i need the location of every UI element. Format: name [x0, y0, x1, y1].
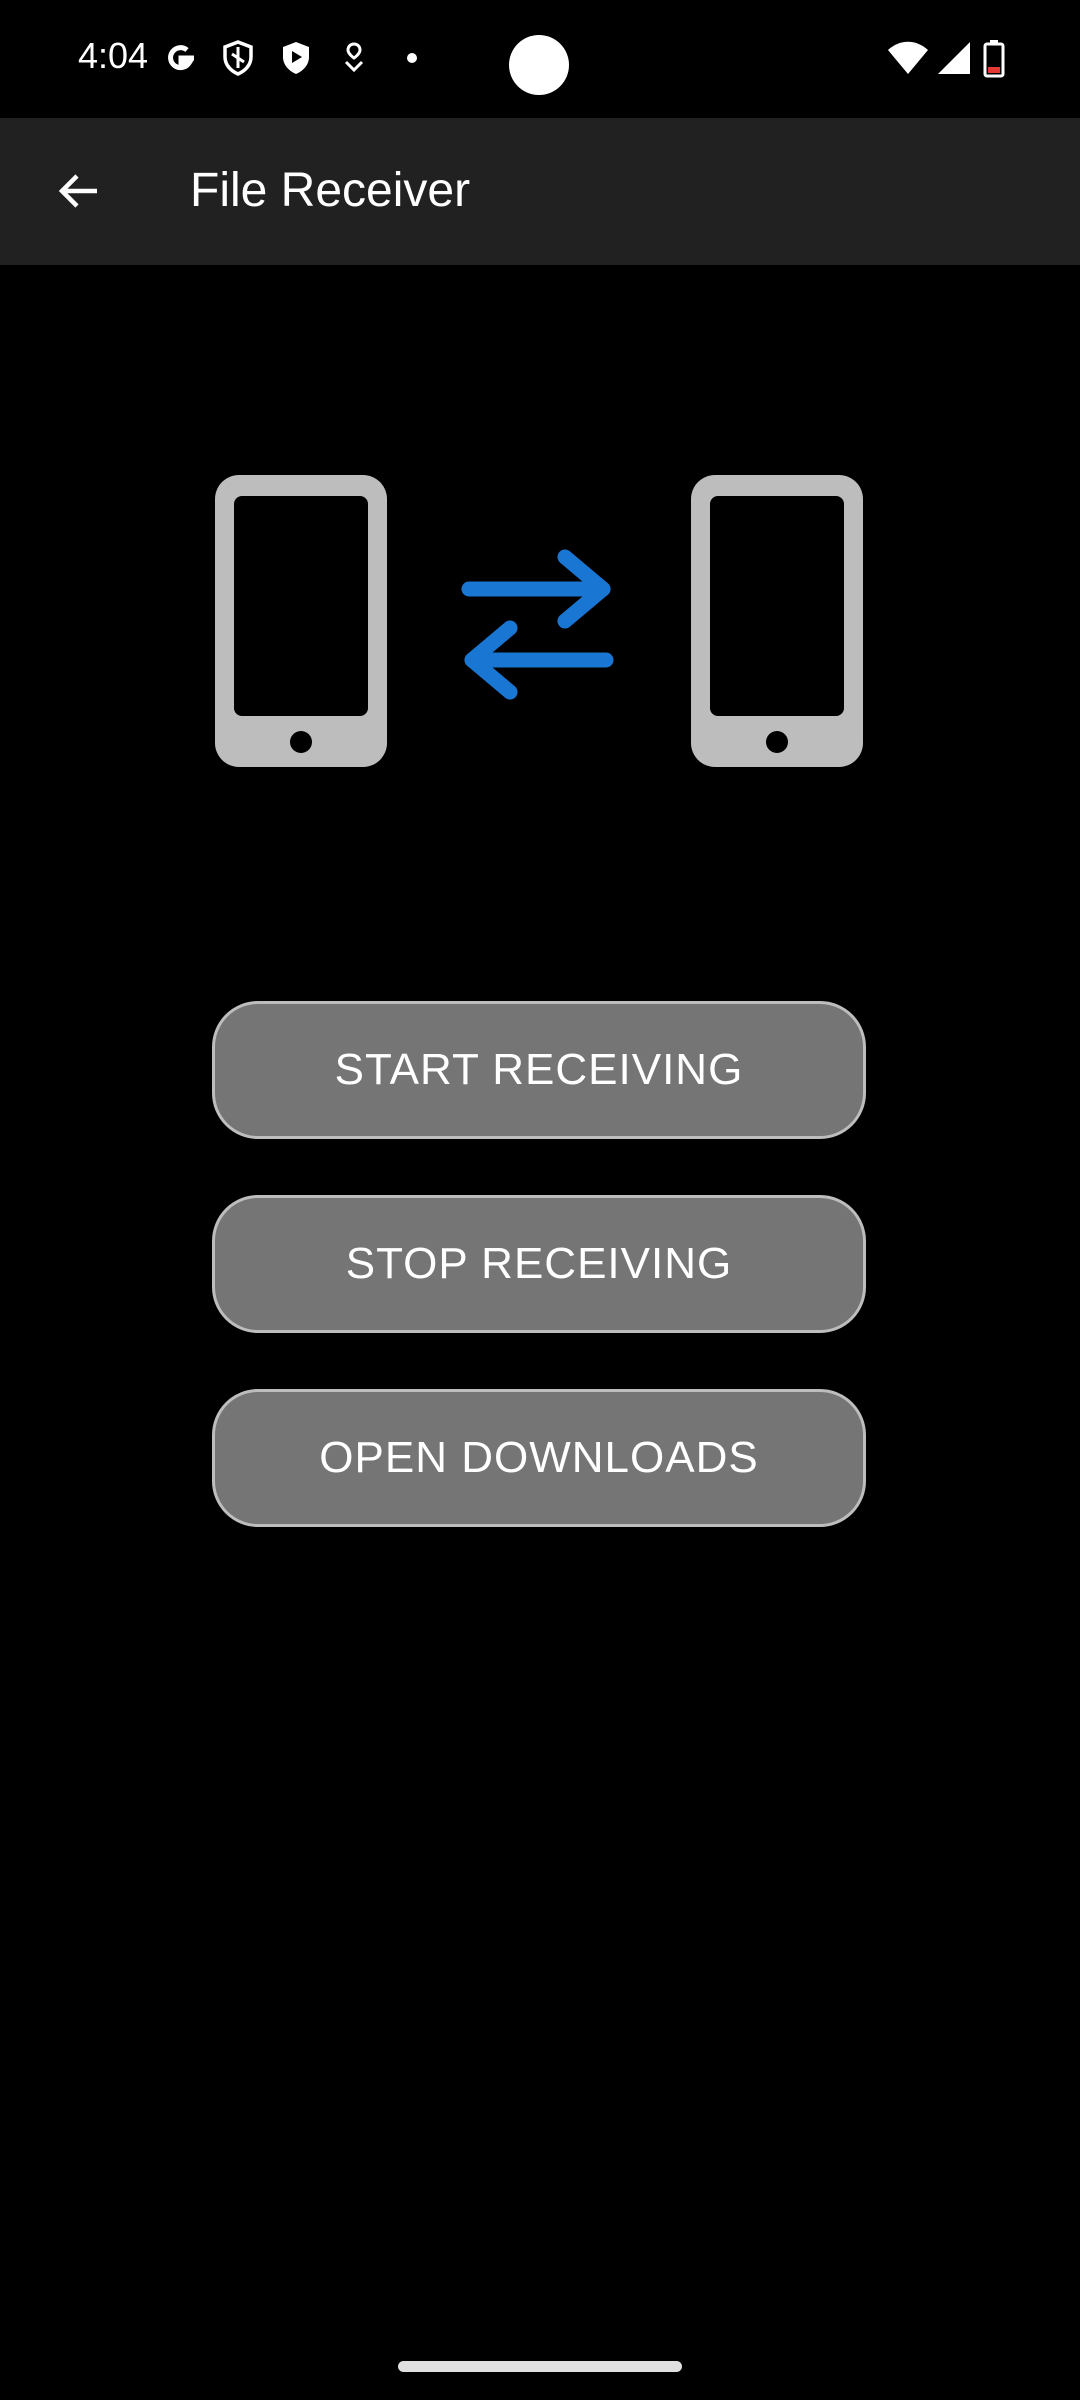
open-downloads-button[interactable]: OPEN DOWNLOADS	[212, 1389, 866, 1527]
arrow-left-icon	[58, 174, 97, 208]
app-bar: File Receiver	[0, 118, 1080, 265]
transfer-illustration	[215, 475, 863, 767]
phone-left-icon	[215, 475, 387, 767]
transfer-arrows-icon	[461, 549, 614, 700]
heart-pin-icon	[344, 42, 364, 73]
shield-play-icon	[283, 42, 309, 74]
app-title: File Receiver	[190, 164, 471, 217]
dot-icon	[407, 53, 417, 63]
start-receiving-button[interactable]: START RECEIVING	[212, 1001, 866, 1139]
cell-signal-icon	[938, 42, 970, 74]
gesture-nav-bar[interactable]	[398, 2361, 682, 2372]
google-g-icon	[168, 45, 194, 71]
phone-right-icon	[691, 475, 863, 767]
status-bar: 4:04	[0, 0, 1080, 118]
back-button[interactable]	[40, 152, 118, 230]
battery-low-icon	[983, 40, 1005, 78]
stop-receiving-button[interactable]: STOP RECEIVING	[212, 1195, 866, 1333]
wifi-icon	[888, 41, 928, 74]
shield-outline-icon	[223, 40, 253, 76]
status-time: 4:04	[78, 35, 149, 76]
camera-cutout	[509, 35, 569, 95]
